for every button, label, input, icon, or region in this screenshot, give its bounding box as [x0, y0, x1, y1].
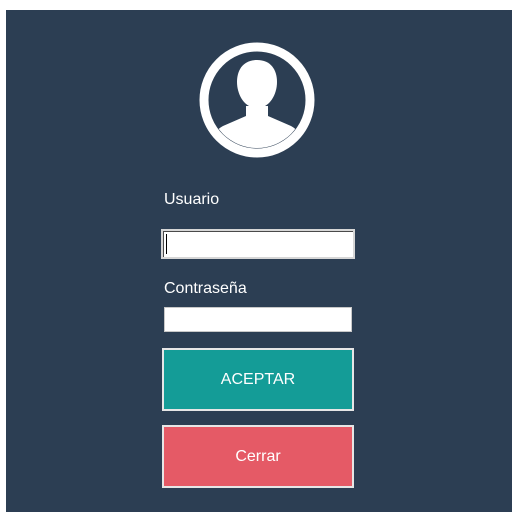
text-caret [166, 234, 167, 254]
username-input[interactable] [161, 229, 355, 259]
close-button[interactable]: Cerrar [162, 425, 354, 488]
username-label: Usuario [164, 191, 220, 208]
password-label: Contraseña [164, 280, 247, 297]
login-panel: Usuario Contraseña ACEPTAR Cerrar [6, 10, 512, 512]
user-avatar-icon [199, 42, 315, 158]
accept-button[interactable]: ACEPTAR [162, 348, 354, 411]
password-input[interactable] [164, 307, 352, 332]
